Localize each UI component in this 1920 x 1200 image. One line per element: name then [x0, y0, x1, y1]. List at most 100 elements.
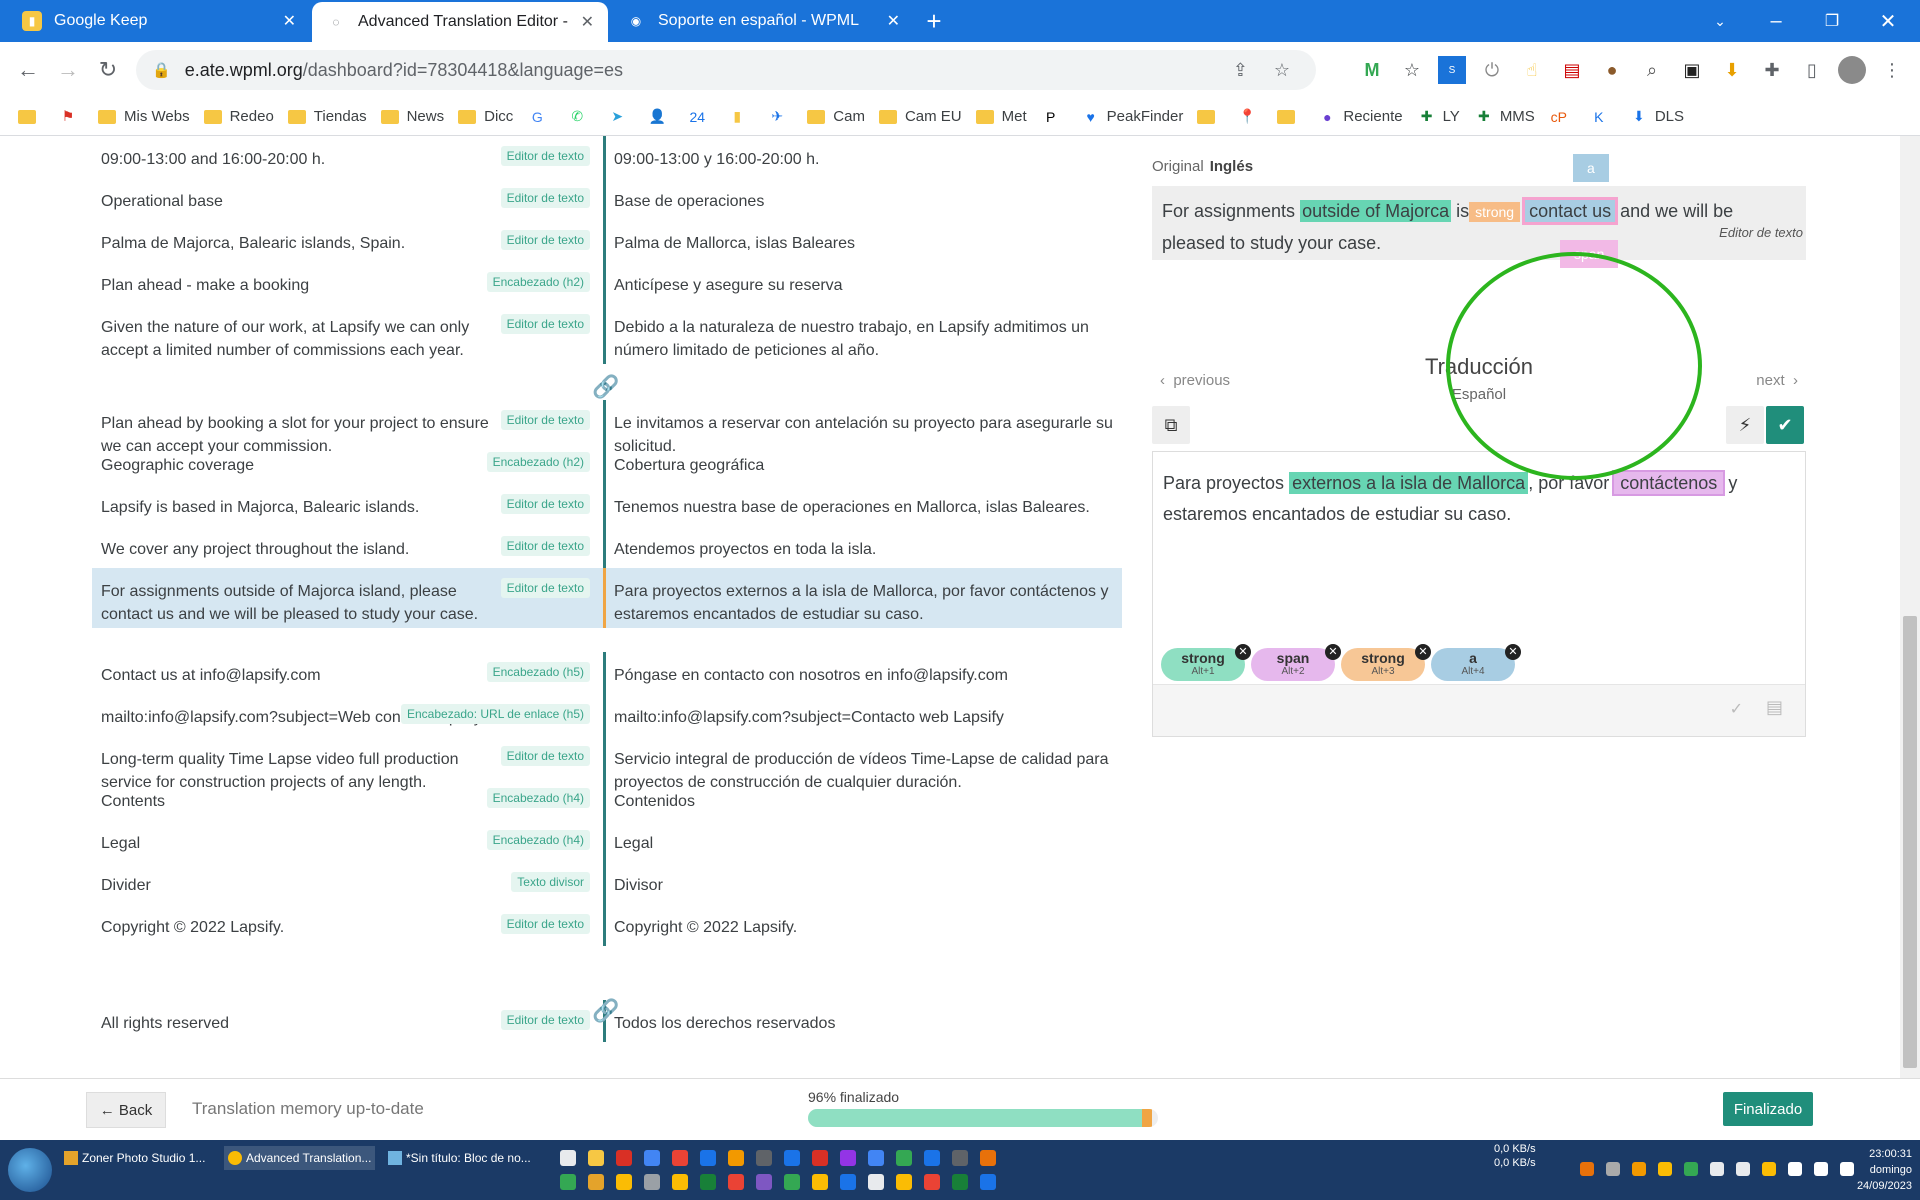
- tray-icon[interactable]: [1658, 1162, 1672, 1176]
- taskbar-app-icon[interactable]: [700, 1174, 716, 1190]
- us-flag-icon[interactable]: ▤: [1558, 56, 1586, 84]
- spellcheck-icon[interactable]: ✓: [1730, 699, 1743, 719]
- share-icon[interactable]: ⇪: [1233, 60, 1248, 81]
- bookmark-telegram-icon[interactable]: ➤: [607, 107, 633, 127]
- bookmark-news[interactable]: News: [380, 108, 444, 125]
- bookmark-flag-icon[interactable]: ⚑: [58, 107, 84, 127]
- tab-google-keep[interactable]: ▮ Google Keep ✕: [8, 0, 310, 42]
- lightning-icon[interactable]: ⚡: [1726, 406, 1764, 444]
- taskbar-app-icon[interactable]: [560, 1150, 576, 1166]
- segment-target-text[interactable]: Legal: [614, 832, 1114, 855]
- segment-row[interactable]: Contents Encabezado (h4) Contenidos: [92, 778, 1122, 820]
- segment-target-text[interactable]: 09:00-13:00 y 16:00-20:00 h.: [614, 148, 1114, 171]
- taskbar-app-icon[interactable]: [924, 1150, 940, 1166]
- taskbar-app-icon[interactable]: [588, 1174, 604, 1190]
- bookmark-dicc[interactable]: Dicc: [458, 108, 513, 125]
- segment-row[interactable]: Palma de Majorca, Balearic islands, Spai…: [92, 220, 1122, 262]
- taskbar-app-icon[interactable]: [756, 1150, 772, 1166]
- tray-icon[interactable]: [1632, 1162, 1646, 1176]
- tray-icon[interactable]: [1710, 1162, 1724, 1176]
- tab-soporte-wpml[interactable]: ◉ Soporte en español - WPML ✕: [612, 0, 914, 42]
- taskbar-app-icon[interactable]: [952, 1174, 968, 1190]
- image-icon[interactable]: ▣: [1678, 56, 1706, 84]
- taskbar-app-icon[interactable]: [560, 1174, 576, 1190]
- bookmark-whatsapp-icon[interactable]: ✆: [567, 107, 593, 127]
- minimize-button[interactable]: –: [1748, 0, 1804, 42]
- tag-chip-strong[interactable]: strong Alt+3 ✕: [1341, 644, 1431, 681]
- bookmark-translate-icon[interactable]: G: [527, 107, 553, 127]
- segment-target-text[interactable]: Tenemos nuestra base de operaciones en M…: [614, 496, 1114, 519]
- segment-row[interactable]: Contact us at info@lapsify.com Encabezado…: [92, 652, 1122, 694]
- taskbar-app-icon[interactable]: [840, 1174, 856, 1190]
- segment-row[interactable]: We cover any project throughout the isla…: [92, 526, 1122, 568]
- bookmark-cam[interactable]: Cam: [807, 108, 865, 125]
- taskbar-app-icon[interactable]: [588, 1150, 604, 1166]
- taskbar-app-chrome[interactable]: Advanced Translation...: [224, 1146, 376, 1170]
- segment-row[interactable]: Lapsify is based in Majorca, Balearic is…: [92, 484, 1122, 526]
- reload-icon[interactable]: ↻: [92, 54, 124, 86]
- new-extension-icon[interactable]: S: [1438, 56, 1466, 84]
- tray-icon[interactable]: [1684, 1162, 1698, 1176]
- segment-target-text[interactable]: Base de operaciones: [614, 190, 1114, 213]
- taskbar-app-icon[interactable]: [728, 1150, 744, 1166]
- taskbar-app-zoner[interactable]: Zoner Photo Studio 1...: [60, 1146, 209, 1170]
- tab-search-icon[interactable]: ⌄: [1692, 0, 1748, 42]
- taskbar-app-notepad[interactable]: *Sin título: Bloc de no...: [384, 1146, 535, 1170]
- taskbar-app-icon[interactable]: [672, 1174, 688, 1190]
- translation-text-box[interactable]: Para proyectos externos a la isla de Mal…: [1152, 451, 1806, 737]
- taskbar-app-icon[interactable]: [644, 1150, 660, 1166]
- taskbar-app-icon[interactable]: [868, 1174, 884, 1190]
- segment-target-text[interactable]: Cobertura geográfica: [614, 454, 1114, 477]
- bookmark-mis-webs[interactable]: Mis Webs: [98, 108, 190, 125]
- scrollbar-thumb[interactable]: [1903, 616, 1917, 1068]
- segment-target-text[interactable]: Todos los derechos reservados: [614, 1012, 1114, 1035]
- tray-icon[interactable]: [1736, 1162, 1750, 1176]
- power-icon[interactable]: ⏻: [1478, 56, 1506, 84]
- finish-button[interactable]: Finalizado: [1723, 1092, 1813, 1126]
- taskbar-app-icon[interactable]: [616, 1174, 632, 1190]
- segment-target-text[interactable]: mailto:info@lapsify.com?subject=Contacto…: [614, 706, 1114, 729]
- address-bar[interactable]: 🔒 e.ate.wpml.org/dashboard?id=78304418&l…: [136, 50, 1316, 90]
- taskbar-app-icon[interactable]: [896, 1150, 912, 1166]
- bookmark-pin-icon[interactable]: 📍: [1237, 107, 1263, 127]
- bookmark-redeo[interactable]: Redeo: [203, 108, 274, 125]
- bookmark-reciente[interactable]: ● Reciente: [1317, 107, 1402, 127]
- remove-tag-icon[interactable]: ✕: [1505, 644, 1521, 660]
- taskbar-app-icon[interactable]: [728, 1174, 744, 1190]
- remove-tag-icon[interactable]: ✕: [1235, 644, 1251, 660]
- tray-icon[interactable]: [1788, 1162, 1802, 1176]
- restore-button[interactable]: ❐: [1804, 0, 1860, 42]
- segment-row[interactable]: Copyright © 2022 Lapsify. Editor de texto…: [92, 904, 1122, 946]
- segment-target-text[interactable]: Para proyectos externos a la isla de Mal…: [614, 580, 1114, 626]
- gmail-icon[interactable]: M: [1358, 56, 1386, 84]
- segment-row[interactable]: Given the nature of our work, at Lapsify…: [92, 304, 1122, 364]
- bookmark-contacts-icon[interactable]: 👤: [647, 107, 673, 127]
- taskbar-app-icon[interactable]: [784, 1174, 800, 1190]
- segment-row[interactable]: Operational base Editor de texto Base de o…: [92, 178, 1122, 220]
- taskbar-app-icon[interactable]: [924, 1174, 940, 1190]
- bookmark-met[interactable]: Met: [975, 108, 1027, 125]
- bookmark-peakfinder[interactable]: ♥ PeakFinder: [1081, 107, 1184, 127]
- tray-icon[interactable]: [1580, 1162, 1594, 1176]
- tag-chip-span[interactable]: span Alt+2 ✕: [1251, 644, 1341, 681]
- segment-target-text[interactable]: Divisor: [614, 874, 1114, 897]
- download-icon[interactable]: ⬇: [1718, 56, 1746, 84]
- segment-target-text[interactable]: Póngase en contacto con nosotros en info…: [614, 664, 1114, 687]
- taskbar-app-icon[interactable]: [812, 1150, 828, 1166]
- taskbar-app-icon[interactable]: [896, 1174, 912, 1190]
- bookmark-folder[interactable]: [1277, 109, 1303, 124]
- start-button[interactable]: [8, 1148, 52, 1192]
- taskbar-app-icon[interactable]: [644, 1174, 660, 1190]
- segment-row[interactable]: Divider Texto divisor Divisor: [92, 862, 1122, 904]
- segment-target-text[interactable]: Copyright © 2022 Lapsify.: [614, 916, 1114, 939]
- profile-avatar[interactable]: [1838, 56, 1866, 84]
- tab-advanced-translation-editor[interactable]: ◌ Advanced Translation Editor - WPML ✕: [312, 2, 608, 42]
- back-arrow-icon[interactable]: ←: [12, 54, 44, 86]
- tray-icon[interactable]: [1762, 1162, 1776, 1176]
- confirm-check-icon[interactable]: ✔: [1766, 406, 1804, 444]
- extensions-puzzle-icon[interactable]: ✚: [1758, 56, 1786, 84]
- segment-target-text[interactable]: Contenidos: [614, 790, 1114, 813]
- glossary-icon[interactable]: ▤: [1766, 697, 1783, 718]
- close-icon[interactable]: ✕: [283, 11, 296, 31]
- taskbar-app-icon[interactable]: [616, 1150, 632, 1166]
